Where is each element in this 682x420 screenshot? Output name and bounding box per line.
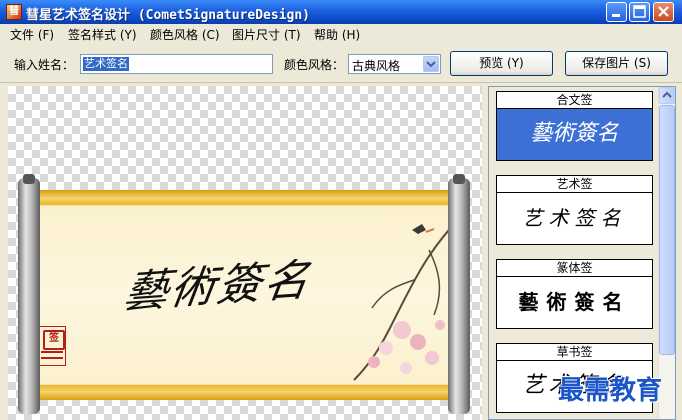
- style-card-title: 合文签: [496, 91, 653, 109]
- left-rod-cap: [23, 174, 35, 184]
- maximize-button[interactable]: [629, 2, 650, 22]
- menu-color-style[interactable]: 颜色风格 (C): [150, 26, 220, 43]
- menu-bar: 文件 (F) 签名样式 (Y) 颜色风格 (C) 图片尺寸 (T) 帮助 (H): [0, 24, 682, 43]
- style-card-title: 艺术签: [496, 175, 653, 193]
- left-scroll-rod: [18, 178, 40, 414]
- name-input[interactable]: 艺术签名: [80, 54, 273, 74]
- preview-button[interactable]: 预览 (Y): [450, 51, 553, 76]
- seal-stamp: 签: [38, 326, 66, 366]
- name-input-value: 艺术签名: [83, 57, 129, 71]
- scrollbar-thumb[interactable]: [659, 105, 675, 355]
- toolbar: 输入姓名： 艺术签名 颜色风格： 古典风格 预览 (Y) 保存图片 (S): [0, 43, 682, 83]
- seal-line: [41, 351, 63, 353]
- dropdown-arrow-icon[interactable]: [423, 56, 439, 72]
- close-button[interactable]: [653, 2, 674, 22]
- style-card-sample: 艺术签名: [496, 193, 653, 245]
- style-card-sample: 藝術簽名: [496, 109, 653, 161]
- close-icon: [658, 6, 669, 17]
- style-card-sample: 藝術簽名: [496, 277, 653, 329]
- minimize-icon: [612, 14, 620, 17]
- style-card-title: 篆体签: [496, 259, 653, 277]
- maximize-icon: [633, 5, 646, 18]
- style-card-hewen[interactable]: 合文签 藝術簽名: [496, 91, 653, 161]
- watermark: 最需教育: [558, 376, 663, 406]
- color-style-select[interactable]: 古典风格: [348, 54, 441, 74]
- menu-file[interactable]: 文件 (F): [10, 26, 54, 43]
- app-icon[interactable]: 彗: [6, 4, 22, 20]
- scroll-painting: 藝術簽名 签: [8, 86, 482, 420]
- color-style-label: 颜色风格：: [284, 58, 345, 72]
- menu-image-size[interactable]: 图片尺寸 (T): [232, 26, 301, 43]
- style-card-title: 草书签: [496, 343, 653, 361]
- style-card-art[interactable]: 艺术签 艺术签名: [496, 175, 653, 245]
- seal-line: [41, 357, 63, 359]
- right-rod-cap: [453, 174, 465, 184]
- menu-help[interactable]: 帮助 (H): [314, 26, 360, 43]
- name-label: 输入姓名：: [14, 58, 75, 72]
- right-scroll-rod: [448, 178, 470, 414]
- seal-glyph: 签: [43, 330, 65, 350]
- preview-canvas: 藝術簽名 签: [8, 86, 482, 420]
- minimize-button[interactable]: [606, 2, 627, 22]
- menu-signature-style[interactable]: 签名样式 (Y): [68, 26, 137, 43]
- scroll-up-icon[interactable]: [659, 87, 675, 104]
- title-bar[interactable]: 彗 彗星艺术签名设计 (CometSignatureDesign): [0, 0, 682, 24]
- window-title: 彗星艺术签名设计 (CometSignatureDesign): [26, 8, 311, 23]
- style-card-seal-script[interactable]: 篆体签 藝術簽名: [496, 259, 653, 329]
- app-icon-glyph: 彗: [9, 6, 19, 17]
- signature-preview: 藝術簽名: [120, 254, 315, 319]
- color-style-value: 古典风格: [352, 59, 401, 73]
- save-image-button[interactable]: 保存图片 (S): [565, 51, 668, 76]
